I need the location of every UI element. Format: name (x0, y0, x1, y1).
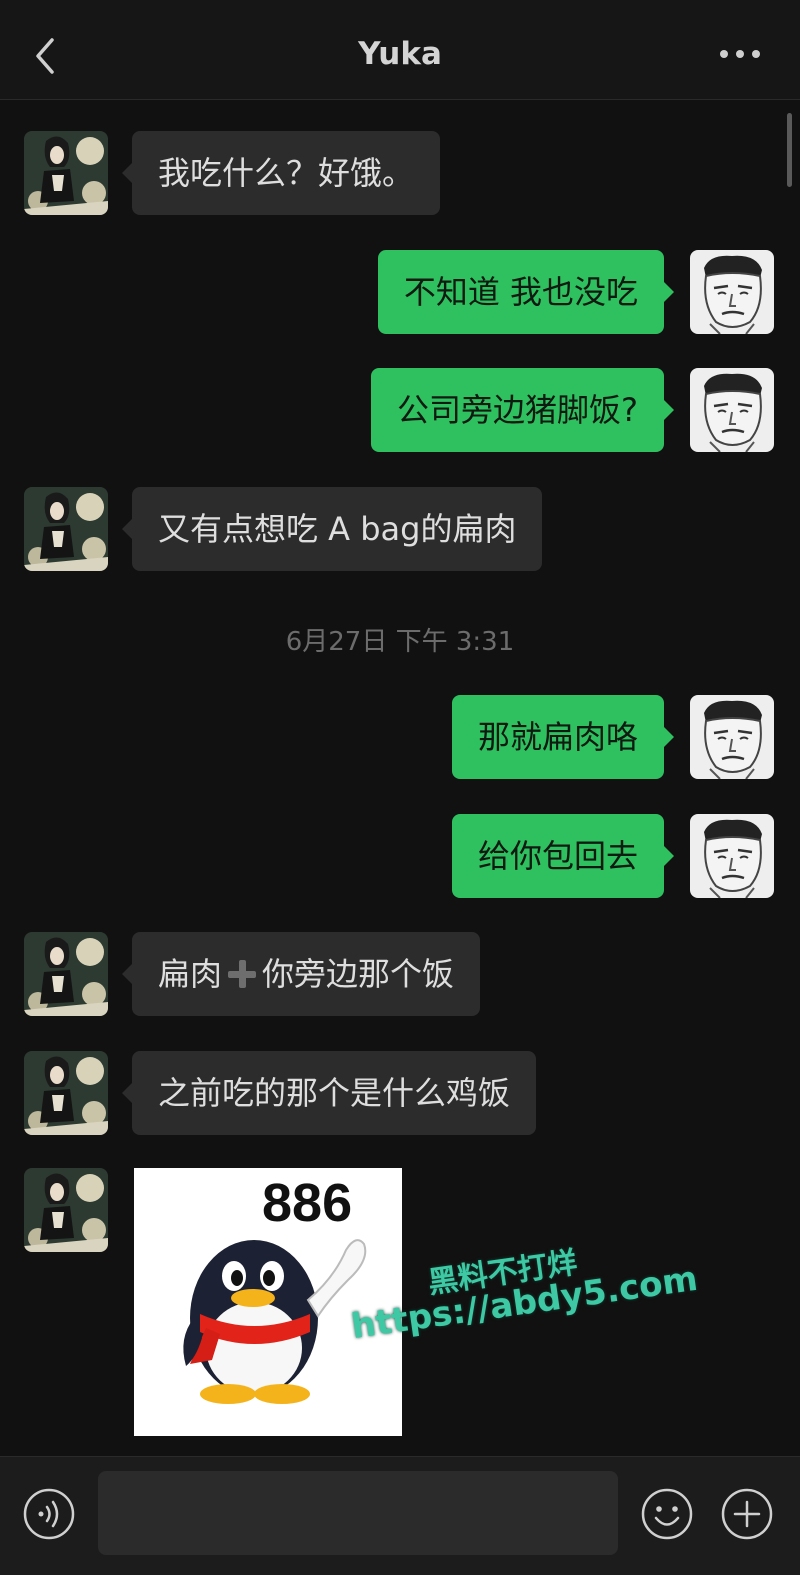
incoming-message-bubble[interactable]: 我吃什么？好饿。 (121, 131, 441, 215)
self-avatar[interactable] (690, 695, 774, 779)
contact-avatar[interactable] (24, 932, 108, 1016)
more-dots-icon (720, 50, 760, 58)
more-button[interactable] (718, 40, 762, 68)
message-row: 扁肉 你旁边那个饭 (0, 932, 800, 1018)
self-avatar[interactable] (690, 368, 774, 452)
outgoing-message-bubble[interactable]: 那就扁肉咯 (451, 695, 675, 779)
message-input[interactable] (98, 1471, 618, 1555)
outgoing-message-bubble[interactable]: 给你包回去 (451, 814, 675, 898)
input-bar (0, 1456, 800, 1575)
incoming-message-bubble[interactable]: 又有点想吃 A bag的扁肉 (121, 487, 543, 571)
outgoing-message-bubble[interactable]: 公司旁边猪脚饭? (371, 368, 674, 452)
message-row: 那就扁肉咯 (0, 695, 800, 781)
outgoing-message-bubble[interactable]: 不知道 我也没吃 (377, 250, 675, 334)
emoji-icon (641, 1488, 693, 1540)
voice-icon (23, 1488, 75, 1540)
emoji-button[interactable] (640, 1487, 694, 1541)
message-row: 又有点想吃 A bag的扁肉 (0, 487, 800, 573)
chat-title: Yuka (358, 36, 442, 72)
message-row: 之前吃的那个是什么鸡饭 (0, 1051, 800, 1137)
contact-avatar[interactable] (24, 487, 108, 571)
back-button[interactable] (28, 34, 62, 78)
add-button[interactable] (720, 1487, 774, 1541)
message-row: 给你包回去 (0, 814, 800, 900)
sticker-caption: 886 (262, 1173, 353, 1233)
chevron-left-icon (36, 38, 54, 74)
self-avatar[interactable] (690, 814, 774, 898)
add-icon (721, 1488, 773, 1540)
message-row: 我吃什么？好饿。 (0, 131, 800, 217)
incoming-message-bubble[interactable]: 之前吃的那个是什么鸡饭 (121, 1051, 537, 1135)
message-timestamp: 6月27日 下午 3:31 (285, 627, 515, 657)
incoming-message-bubble[interactable]: 扁肉 你旁边那个饭 (121, 932, 481, 1016)
message-text: 你旁边那个饭 (262, 955, 455, 993)
message-row: 公司旁边猪脚饭? (0, 368, 800, 454)
contact-avatar[interactable] (24, 131, 108, 215)
contact-avatar[interactable] (24, 1051, 108, 1135)
message-text: 扁肉 (158, 955, 223, 993)
voice-button[interactable] (22, 1487, 76, 1541)
message-row: 不知道 我也没吃 (0, 250, 800, 336)
self-avatar[interactable] (690, 250, 774, 334)
heavy-plus-emoji-icon (228, 960, 257, 988)
chat-header: Yuka (0, 0, 800, 100)
contact-avatar[interactable] (24, 1168, 108, 1252)
